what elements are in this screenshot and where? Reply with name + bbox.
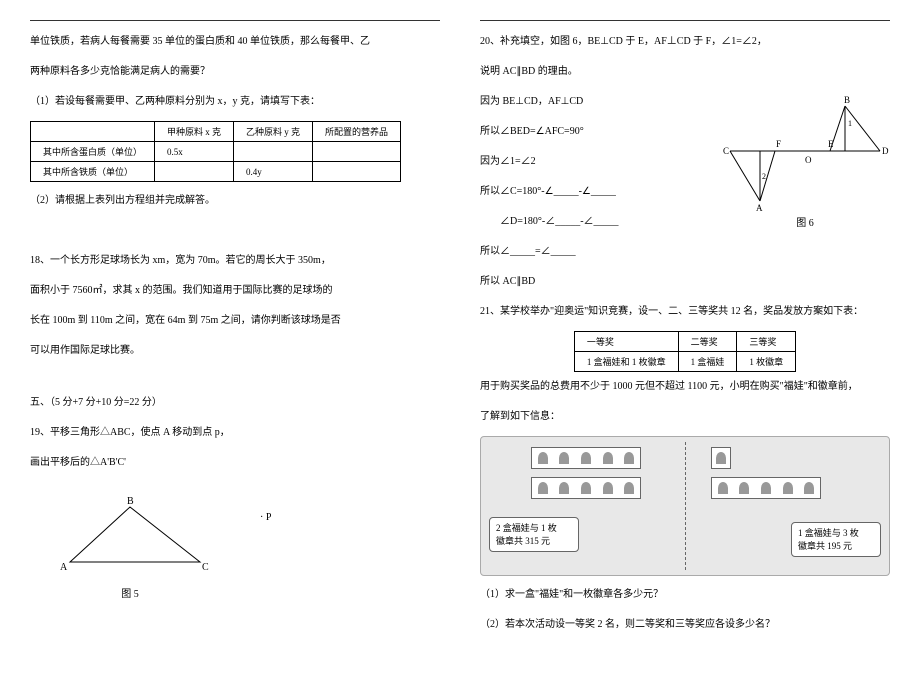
q18-line: 面积小于 7560㎡，求其 x 的范围。我们知道用于国际比赛的足球场的 — [30, 280, 440, 302]
cell: 1 枚徽章 — [737, 352, 796, 372]
intro-line-1: 单位铁质，若病人每餐需要 35 单位的蛋白质和 40 单位铁质，那么每餐甲、乙 — [30, 31, 440, 53]
section-5-label: 五、（5 分+7 分+10 分=22 分） — [30, 392, 440, 414]
speech-text: 1 盒福娃与 3 枚 — [798, 527, 874, 540]
cell: 其中所含铁质（单位） — [31, 162, 155, 182]
fuwa-box-icon — [531, 477, 641, 499]
q18-line: 可以用作国际足球比赛。 — [30, 340, 440, 362]
q21-line: 了解到如下信息： — [480, 406, 890, 428]
speech-text: 徽章共 315 元 — [496, 535, 572, 548]
svg-text:D: D — [882, 146, 889, 156]
figure-5-label: 图 5 — [30, 585, 230, 600]
cell — [313, 162, 401, 182]
sub-question-2: （2）请根据上表列出方程组并完成解答。 — [30, 190, 440, 212]
cell — [155, 162, 234, 182]
q21-sub2: （2）若本次活动设一等奖 2 名，则二等奖和三等奖应各设多少名？ — [480, 614, 890, 636]
svg-text:E: E — [828, 139, 834, 149]
badge-icon — [711, 447, 731, 469]
vertex-b: B — [127, 496, 134, 507]
prize-table: 一等奖 二等奖 三等奖 1 盒福娃和 1 枚徽章 1 盒福娃 1 枚徽章 — [574, 331, 796, 372]
cell — [313, 142, 401, 162]
svg-text:C: C — [723, 146, 729, 156]
q19-line: 画出平移后的△A'B'C' — [30, 452, 440, 474]
q19-line: 19、平移三角形△ABC，使点 A 移动到点 p， — [30, 422, 440, 444]
cell: 一等奖 — [574, 332, 678, 352]
cell: 1 盒福娃和 1 枚徽章 — [574, 352, 678, 372]
svg-text:A: A — [756, 203, 763, 211]
speech-bubble: 2 盒福娃与 1 枚 徽章共 315 元 — [489, 517, 579, 552]
table-row: 其中所含蛋白质（单位） 0.5x — [31, 142, 401, 162]
q18-line: 长在 100m 到 110m 之间，宽在 64m 到 75m 之间，请你判断该球… — [30, 310, 440, 332]
triangle-figure: A B C — [30, 492, 230, 582]
table-header: 所配置的营养品 — [313, 122, 401, 142]
divider-icon — [685, 442, 686, 570]
speech-bubble: 1 盒福娃与 3 枚 徽章共 195 元 — [791, 522, 881, 557]
q21-line: 用于购买奖品的总费用不少于 1000 元但不超过 1100 元，小明在购买"福娃… — [480, 376, 890, 398]
svg-text:B: B — [844, 95, 850, 105]
fuwa-box-icon — [531, 447, 641, 469]
cell: 0.5x — [155, 142, 234, 162]
cell: 1 盒福娃 — [678, 352, 737, 372]
intro-line-2: 两种原料各多少克恰能满足病人的需要？ — [30, 61, 440, 83]
nutrition-table: 甲种原料 x 克 乙种原料 y 克 所配置的营养品 其中所含蛋白质（单位） 0.… — [30, 121, 401, 182]
q21-sub1: （1）求一盒"福娃"和一枚徽章各多少元？ — [480, 584, 890, 606]
vertex-c: C — [202, 562, 209, 573]
q20-line: 所以 AC∥BD — [480, 271, 890, 293]
q21-line: 21、某学校举办"迎奥运"知识竞赛，设一、二、三等奖共 12 名，奖品发放方案如… — [480, 301, 890, 323]
vertex-a: A — [60, 562, 68, 573]
point-p: · P — [260, 512, 271, 523]
table-header — [31, 122, 155, 142]
left-column: 单位铁质，若病人每餐需要 35 单位的蛋白质和 40 单位铁质，那么每餐甲、乙 … — [30, 20, 440, 672]
fuwa-box-icon — [711, 477, 821, 499]
info-illustration: 2 盒福娃与 1 枚 徽章共 315 元 1 盒福娃与 3 枚 徽章共 195 … — [480, 436, 890, 576]
q20-line: 20、补充填空，如图 6，BE⊥CD 于 E，AF⊥CD 于 F，∠1=∠2， — [480, 31, 890, 53]
cell — [234, 142, 313, 162]
cell: 二等奖 — [678, 332, 737, 352]
right-column: 20、补充填空，如图 6，BE⊥CD 于 E，AF⊥CD 于 F，∠1=∠2， … — [480, 20, 890, 672]
q20-line: 说明 AC∥BD 的理由。 — [480, 61, 890, 83]
cell: 0.4y — [234, 162, 313, 182]
sub-question-1: （1）若设每餐需要甲、乙两种原料分别为 x，y 克，请填写下表： — [30, 91, 440, 113]
table-row: 其中所含铁质（单位） 0.4y — [31, 162, 401, 182]
svg-text:2: 2 — [762, 172, 766, 181]
speech-text: 2 盒福娃与 1 枚 — [496, 522, 572, 535]
figure-6-label: 图 6 — [720, 214, 890, 229]
q20-line: 所以∠_____=∠_____ — [480, 241, 890, 263]
cell: 三等奖 — [737, 332, 796, 352]
svg-text:1: 1 — [848, 119, 852, 128]
table-header: 乙种原料 y 克 — [234, 122, 313, 142]
figure-6: C D F O E B A 1 2 图 6 — [720, 91, 890, 229]
cell: 其中所含蛋白质（单位） — [31, 142, 155, 162]
q18-line: 18、一个长方形足球场长为 xm，宽为 70m。若它的周长大于 350m， — [30, 250, 440, 272]
svg-text:F: F — [776, 139, 781, 149]
svg-text:O: O — [805, 155, 812, 165]
table-header: 甲种原料 x 克 — [155, 122, 234, 142]
speech-text: 徽章共 195 元 — [798, 540, 874, 553]
